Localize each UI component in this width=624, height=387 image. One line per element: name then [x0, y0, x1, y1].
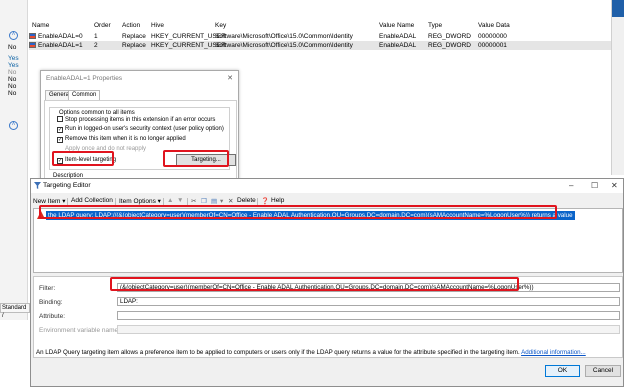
left-pane-value: No: [8, 83, 17, 90]
attribute-input[interactable]: [117, 311, 620, 320]
close-icon[interactable]: ✕: [611, 181, 618, 190]
ok-button[interactable]: OK: [545, 365, 580, 377]
column-header[interactable]: Order: [94, 22, 111, 29]
item-description: An LDAP Query targeting item allows a pr…: [36, 349, 586, 356]
column-header[interactable]: Name: [32, 22, 49, 29]
left-pane-value: No: [8, 76, 17, 83]
filter-label: Filter:: [39, 285, 56, 292]
help-icon[interactable]: ❓: [261, 197, 269, 205]
column-header[interactable]: Key: [215, 22, 226, 29]
move-up-icon[interactable]: ▲: [167, 197, 173, 204]
delete-button[interactable]: Delete: [237, 197, 256, 204]
cell-name: EnableADAL=0: [38, 33, 83, 40]
left-pane-value: Yes: [8, 62, 19, 69]
cell-type: REG_DWORD: [428, 33, 471, 40]
checkbox-checked[interactable]: ✓: [57, 127, 63, 133]
right-edge: [611, 0, 624, 175]
left-pane-value: No: [8, 44, 17, 51]
attribute-label: Attribute:: [39, 313, 66, 320]
registry-item-icon: [29, 42, 36, 48]
env-variable-label: Environment variable name:: [39, 327, 120, 334]
cell-order: 1: [94, 33, 98, 40]
title-bar: Targeting Editor – ☐ ✕: [31, 179, 623, 193]
checkbox[interactable]: [57, 116, 63, 122]
highlight-targeting-button: [163, 150, 229, 167]
left-pane-value: No: [8, 90, 17, 97]
option-label: Stop processing items in this extension …: [65, 117, 216, 123]
column-header[interactable]: Value Data: [478, 22, 510, 29]
column-header[interactable]: Value Name: [379, 22, 414, 29]
highlight-targeting-item: [39, 205, 557, 219]
cell-value-name: EnableADAL: [379, 33, 417, 40]
option-stop-processing[interactable]: Stop processing items in this extension …: [57, 116, 215, 123]
filter-icon: [34, 182, 41, 189]
cell-value-data: 00000001: [478, 42, 507, 49]
highlight-item-level-targeting: [52, 151, 114, 166]
common-tab-panel: Options common to all items Stop process…: [44, 100, 237, 184]
cell-value-name: EnableADAL: [379, 42, 417, 49]
help-button[interactable]: Help: [271, 197, 284, 204]
cell-type: REG_DWORD: [428, 42, 471, 49]
paste-dropdown-icon[interactable]: ▾: [220, 197, 223, 205]
cell-name: EnableADAL=1: [38, 42, 83, 49]
left-pane-value: Yes: [8, 55, 19, 62]
new-item-button[interactable]: New Item ▾: [33, 197, 66, 205]
paste-icon[interactable]: ▤: [211, 197, 217, 205]
registry-item-icon: [29, 33, 36, 39]
option-label: Remove this item when it is no longer ap…: [65, 136, 186, 142]
cell-order: 2: [94, 42, 98, 49]
cell-key: Software\Microsoft\Office\15.0\Common\Id…: [215, 42, 353, 49]
highlight-filter-field: [110, 277, 519, 291]
cut-icon[interactable]: ✂: [191, 197, 196, 205]
maximize-icon[interactable]: ☐: [591, 181, 598, 190]
cell-key: Software\Microsoft\Office\15.0\Common\Id…: [215, 33, 353, 40]
left-pane-value: No: [8, 69, 17, 76]
move-down-icon[interactable]: ▼: [177, 197, 183, 204]
binding-label: Binding:: [39, 299, 63, 306]
collapse-icon[interactable]: ˄: [9, 31, 18, 40]
additional-information-link[interactable]: Additional information...: [521, 349, 586, 356]
checkbox-checked[interactable]: ✓: [57, 137, 63, 143]
collapse-icon[interactable]: ˄: [9, 121, 18, 130]
properties-dialog: EnableADAL=1 Properties ✕ General Common…: [40, 70, 239, 185]
close-icon[interactable]: ✕: [227, 74, 233, 82]
dialog-title: EnableADAL=1 Properties: [46, 75, 123, 82]
option-label: Run in logged-on user's security context…: [65, 126, 224, 132]
left-pane: ˄ No Yes Yes No No No No ˄: [0, 0, 28, 320]
env-variable-input[interactable]: [117, 325, 620, 334]
tab-common[interactable]: Common: [68, 90, 101, 100]
cell-value-data: 00000000: [478, 33, 507, 40]
binding-input[interactable]: LDAP:: [117, 297, 620, 306]
column-header[interactable]: Type: [428, 22, 442, 29]
copy-icon[interactable]: ❐: [201, 197, 207, 205]
window-title: Targeting Editor: [43, 182, 91, 189]
edge-tab: [612, 0, 624, 17]
item-options-button[interactable]: Item Options ▾: [119, 197, 161, 205]
tab-standard[interactable]: Standard /: [0, 303, 30, 319]
add-collection-button[interactable]: Add Collection: [71, 197, 113, 204]
option-remove-item[interactable]: ✓ Remove this item when it is no longer a…: [57, 136, 186, 143]
column-header[interactable]: Action: [122, 22, 140, 29]
cell-action: Replace: [122, 42, 146, 49]
description-text: An LDAP Query targeting item allows a pr…: [36, 349, 520, 356]
delete-icon[interactable]: ✕: [228, 197, 233, 205]
column-header[interactable]: Hive: [151, 22, 164, 29]
table-row[interactable]: EnableADAL=0 1 Replace HKEY_CURRENT_USER…: [29, 32, 611, 41]
option-run-logged-on[interactable]: ✓ Run in logged-on user's security contex…: [57, 126, 224, 133]
table-row[interactable]: EnableADAL=1 2 Replace HKEY_CURRENT_USER…: [29, 41, 611, 50]
cancel-button[interactable]: Cancel: [585, 365, 621, 377]
minimize-icon[interactable]: –: [569, 181, 573, 190]
cell-action: Replace: [122, 33, 146, 40]
